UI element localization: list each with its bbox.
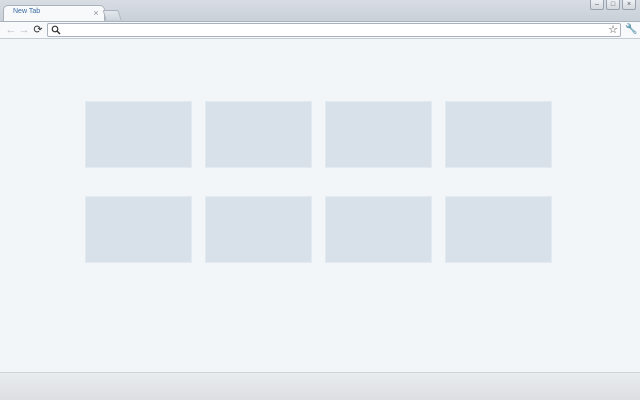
thumbnail-slot[interactable] [445,101,552,168]
tab-close-icon[interactable]: × [91,6,101,20]
star-icon[interactable]: ☆ [608,23,618,37]
window-controls: – □ × [590,0,636,10]
reload-icon[interactable]: ⟳ [31,23,45,37]
new-tab-button[interactable] [102,10,122,20]
minimize-button[interactable]: – [590,0,604,10]
most-visited-grid [85,101,555,263]
toolbar: ← → ⟳ ☆ 🔧 [0,21,640,38]
close-window-button[interactable]: × [622,0,636,10]
thumbnail-slot[interactable] [85,101,192,168]
thumbnail-slot[interactable] [205,196,312,263]
maximize-button[interactable]: □ [606,0,620,10]
new-tab-page [0,38,640,372]
thumbnail-slot[interactable] [325,101,432,168]
thumbnail-slot[interactable] [205,101,312,168]
thumbnail-slot[interactable] [325,196,432,263]
back-arrow-icon[interactable]: ← [4,23,18,37]
omnibox-input[interactable] [64,24,604,36]
omnibox[interactable]: ☆ [47,23,621,37]
tab-title: New Tab [13,8,41,15]
search-icon [51,25,61,35]
thumbnail-slot[interactable] [85,196,192,263]
wrench-icon[interactable]: 🔧 [625,23,637,37]
forward-arrow-icon[interactable]: → [17,23,31,37]
title-bar: New Tab × – □ × [0,0,640,21]
tab-new-tab[interactable]: New Tab × [3,5,105,21]
bottom-bar [0,372,640,400]
thumbnail-slot[interactable] [445,196,552,263]
